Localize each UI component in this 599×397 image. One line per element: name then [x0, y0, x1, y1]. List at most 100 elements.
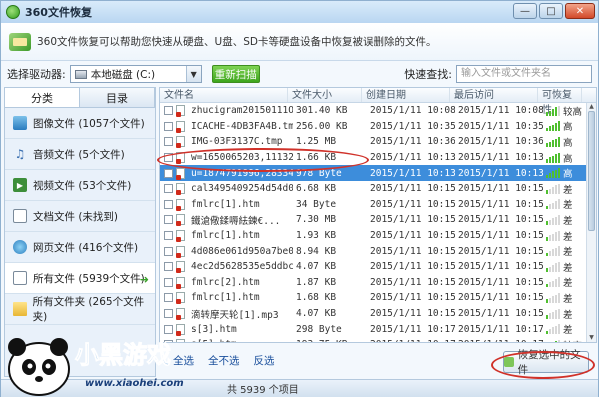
file-size: 1.93 KB: [296, 230, 337, 242]
row-checkbox[interactable]: [164, 137, 173, 147]
scroll-down-icon[interactable]: ▼: [587, 334, 596, 342]
close-button[interactable]: ✕: [565, 3, 595, 19]
drive-label: 选择驱动器:: [7, 68, 66, 81]
created-date: 2015/1/11 10:08:09: [370, 105, 455, 117]
file-size: 6.68 KB: [296, 183, 337, 195]
deleted-file-icon: [176, 292, 185, 305]
file-name: IMG-03F3137C.tmp: [191, 136, 283, 148]
row-checkbox[interactable]: [164, 309, 173, 319]
maximize-button[interactable]: □: [539, 3, 563, 19]
chevron-down-icon[interactable]: ▼: [185, 66, 201, 82]
table-row[interactable]: ICACHE-4DB3FA4B.tmp 256.00 KB 2015/1/11 10…: [160, 119, 596, 135]
sidebar-item-label: 所有文件夹 (265个文件夹): [32, 296, 145, 323]
sidebar-item-web[interactable]: 网页文件 (416个文件): [5, 232, 155, 263]
signal-bars-icon: [546, 121, 560, 132]
recoverability-label: 高: [563, 169, 573, 181]
created-date: 2015/1/11 10:15:05: [370, 198, 455, 210]
deleted-file-icon: [176, 198, 185, 211]
row-checkbox[interactable]: [164, 106, 173, 116]
table-row[interactable]: zhucigram20150111O...301.40 KB 2015/1/11 …: [160, 103, 596, 119]
tab-category[interactable]: 分类: [5, 88, 80, 107]
created-date: 2015/1/11 10:15:04: [370, 183, 455, 195]
signal-bars-icon: [546, 105, 560, 116]
file-size: 4.07 KB: [296, 308, 337, 320]
drive-select[interactable]: 本地磁盘 (C:) ▼: [69, 65, 202, 83]
created-date: 2015/1/11 10:15:38: [370, 276, 455, 288]
scroll-up-icon[interactable]: ▲: [587, 103, 596, 111]
sidebar-item-all-folders[interactable]: 所有文件夹 (265个文件夹): [5, 294, 155, 325]
select-none-link[interactable]: 全不选: [208, 353, 240, 368]
table-row[interactable]: 4ec2d5628535e5ddbc...4.07 KB 2015/1/11 10…: [160, 259, 596, 275]
created-date: 2015/1/11 10:15:38: [370, 261, 455, 273]
sidebar-item-images[interactable]: 图像文件 (1057个文件): [5, 108, 155, 139]
column-header-created[interactable]: 创建日期: [362, 88, 450, 102]
recoverability: 高: [543, 151, 573, 165]
signal-bars-icon: [546, 324, 560, 335]
recoverability-label: 差: [563, 231, 573, 243]
column-header-recoverability[interactable]: 可恢复性: [538, 88, 582, 116]
recoverability: 高: [543, 166, 573, 180]
recoverability-label: 差: [563, 215, 573, 227]
file-size: 4.07 KB: [296, 261, 337, 273]
row-checkbox[interactable]: [164, 215, 173, 225]
file-size: 8.94 KB: [296, 245, 337, 257]
table-row[interactable]: fmlrc[1].htm 1.68 KB 2015/1/11 10:15:39201…: [160, 290, 596, 306]
table-row[interactable]: 鐵滄儆鍒嗕紶鍊€... 7.30 MB 2015/1/11 10:15:052015…: [160, 212, 596, 228]
sidebar-item-audio[interactable]: ♫ 音频文件 (5个文件): [5, 139, 155, 170]
file-name: 4d086e061d950a7be0...: [191, 245, 293, 257]
row-checkbox[interactable]: [164, 121, 173, 131]
file-list-header: 文件名 文件大小 创建日期 最后访问 可恢复性: [160, 88, 596, 116]
table-row[interactable]: s[3].htm 298 Byte 2015/1/11 10:17:432015/1…: [160, 321, 596, 337]
column-header-accessed[interactable]: 最后访问: [450, 88, 538, 102]
sidebar-tabs: 分类 目录: [5, 88, 155, 108]
sidebar-item-documents[interactable]: 文档文件 (未找到): [5, 201, 155, 232]
invert-selection-link[interactable]: 反选: [254, 353, 275, 368]
deleted-file-icon: [176, 136, 185, 149]
table-row[interactable]: fmlrc[1].htm 1.93 KB 2015/1/11 10:15:36201…: [160, 228, 596, 244]
row-checkbox[interactable]: [164, 168, 173, 178]
sidebar-item-label: 网页文件 (416个文件): [33, 241, 139, 254]
table-row[interactable]: IMG-03F3137C.tmp 1.25 MB 2015/1/11 10:36:4…: [160, 134, 596, 150]
table-row[interactable]: fmlrc[1].htm 34 Byte 2015/1/11 10:15:05201…: [160, 197, 596, 213]
row-checkbox[interactable]: [164, 184, 173, 194]
sidebar-item-label: 文档文件 (未找到): [33, 210, 119, 223]
sidebar-item-all-files[interactable]: 所有文件 (5939个文件) ➜: [5, 263, 155, 294]
table-row[interactable]: cal3495409254d54d0...6.68 KB 2015/1/11 10…: [160, 181, 596, 197]
deleted-file-icon: [176, 245, 185, 258]
accessed-date: 2015/1/11 10:08:09: [458, 105, 543, 117]
created-date: 2015/1/11 10:15:39: [370, 292, 455, 304]
minimize-button[interactable]: —: [513, 3, 537, 19]
file-name: 4ec2d5628535e5ddbc...: [191, 261, 293, 273]
window-title: 360文件恢复: [25, 6, 92, 19]
recoverability-label: 高: [563, 153, 573, 165]
rescan-button[interactable]: 重新扫描: [211, 65, 260, 83]
watermark-brand: 小黑游戏: [75, 341, 171, 369]
scroll-thumb[interactable]: [588, 111, 595, 231]
column-header-name[interactable]: 文件名: [160, 88, 288, 102]
row-checkbox[interactable]: [164, 262, 173, 272]
row-checkbox[interactable]: [164, 277, 173, 287]
sidebar-item-video[interactable]: ▶ 视频文件 (53个文件): [5, 170, 155, 201]
file-name: 鐵滄儆鍒嗕紶鍊€...: [191, 215, 281, 227]
search-input[interactable]: 输入文件或文件夹名: [456, 65, 592, 83]
column-header-size[interactable]: 文件大小: [288, 88, 362, 102]
watermark-logo: 小黑游戏 www.xiaohei.com: [8, 338, 184, 396]
row-checkbox[interactable]: [164, 199, 173, 209]
vertical-scrollbar[interactable]: ▲ ▼: [586, 103, 596, 342]
row-checkbox[interactable]: [164, 293, 173, 303]
recoverability-label: 差: [563, 184, 573, 196]
recoverability-label: 差: [563, 309, 573, 321]
recoverability: 差: [543, 275, 573, 289]
table-row[interactable]: 滴转摩天轮[1].mp3 4.07 KB 2015/1/11 10:15:49201…: [160, 306, 596, 322]
tab-directory[interactable]: 目录: [80, 88, 155, 107]
row-checkbox[interactable]: [164, 246, 173, 256]
recoverability: 差: [543, 244, 573, 258]
table-row[interactable]: 4d086e061d950a7be0...8.94 KB 2015/1/11 10…: [160, 243, 596, 259]
created-date: 2015/1/11 10:13:55: [370, 167, 455, 179]
table-row[interactable]: fmlrc[2].htm 1.87 KB 2015/1/11 10:15:38201…: [160, 275, 596, 291]
deleted-file-icon: [176, 261, 185, 274]
file-name: fmlrc[2].htm: [191, 276, 260, 288]
signal-bars-icon: [546, 199, 560, 210]
signal-bars-icon: [546, 168, 560, 179]
row-checkbox[interactable]: [164, 231, 173, 241]
